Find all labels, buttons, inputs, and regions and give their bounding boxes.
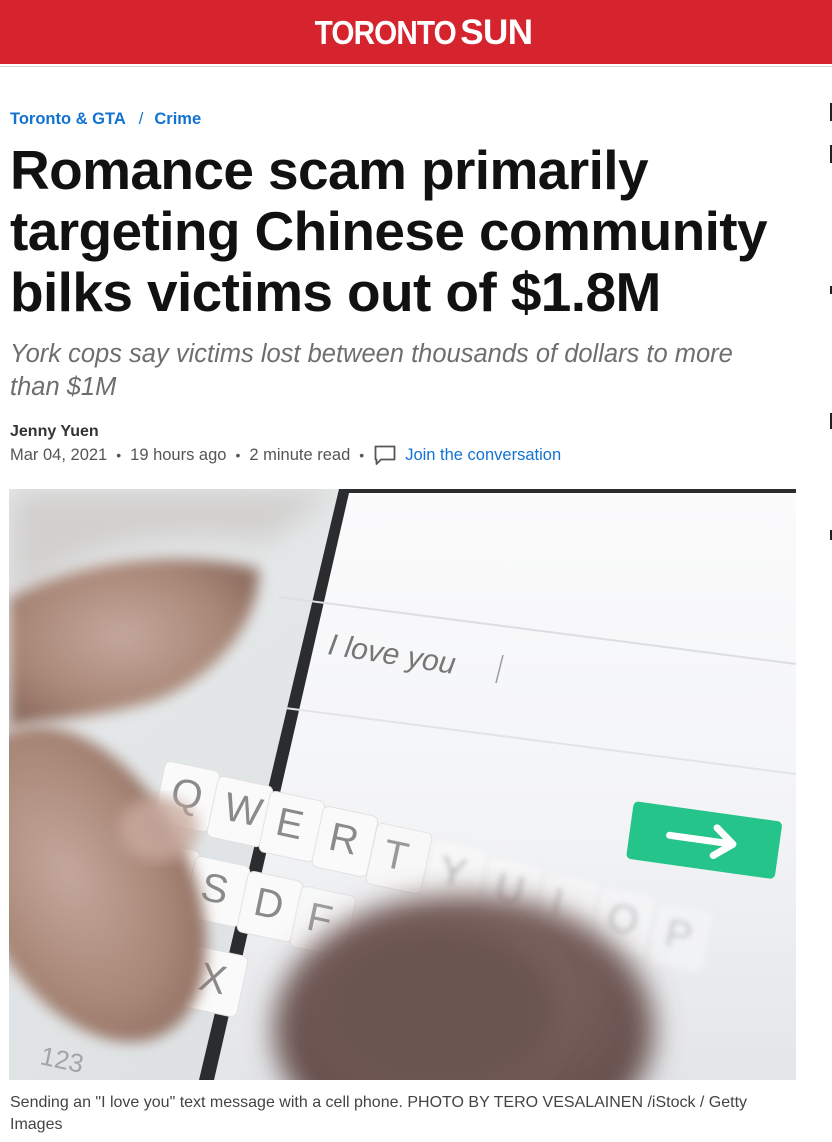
sidebar-edge <box>822 0 832 1142</box>
read-time: 2 minute read <box>249 445 351 464</box>
image-caption: Sending an "I love you" text message wit… <box>10 1094 748 1133</box>
meta-separator: • <box>116 447 122 463</box>
breadcrumb: Toronto & GTA / Crime <box>10 110 201 129</box>
breadcrumb-toronto-gta[interactable]: Toronto & GTA <box>10 110 126 128</box>
join-conversation-link[interactable]: Join the conversation <box>373 444 561 466</box>
article-headline: Romance scam primarily targeting Chinese… <box>10 139 768 323</box>
article-meta: Mar 04, 2021 • 19 hours ago • 2 minute r… <box>10 443 561 467</box>
logo-word-toronto: TORONTO <box>315 13 457 51</box>
breadcrumb-separator: / <box>138 110 144 128</box>
masthead-divider <box>0 66 832 67</box>
logo-word-sun: SUN <box>460 12 533 52</box>
comment-icon <box>374 445 396 465</box>
breadcrumb-crime[interactable]: Crime <box>154 110 201 128</box>
hero-image[interactable]: I love you Q W E R T Y U I O P S D F X 1… <box>9 489 796 1080</box>
author-link[interactable]: Jenny Yuen <box>10 423 99 441</box>
masthead: TORONTO SUN <box>0 0 832 64</box>
meta-separator: • <box>359 447 365 463</box>
phone-keyboard-photo: I love you Q W E R T Y U I O P S D F X 1… <box>9 489 796 1080</box>
publish-date: Mar 04, 2021 <box>10 445 108 464</box>
article-deck: York cops say victims lost between thous… <box>10 340 733 401</box>
join-conversation-label: Join the conversation <box>405 445 562 464</box>
publish-age: 19 hours ago <box>130 445 227 464</box>
meta-separator: • <box>235 447 241 463</box>
site-logo[interactable]: TORONTO SUN <box>299 12 533 52</box>
